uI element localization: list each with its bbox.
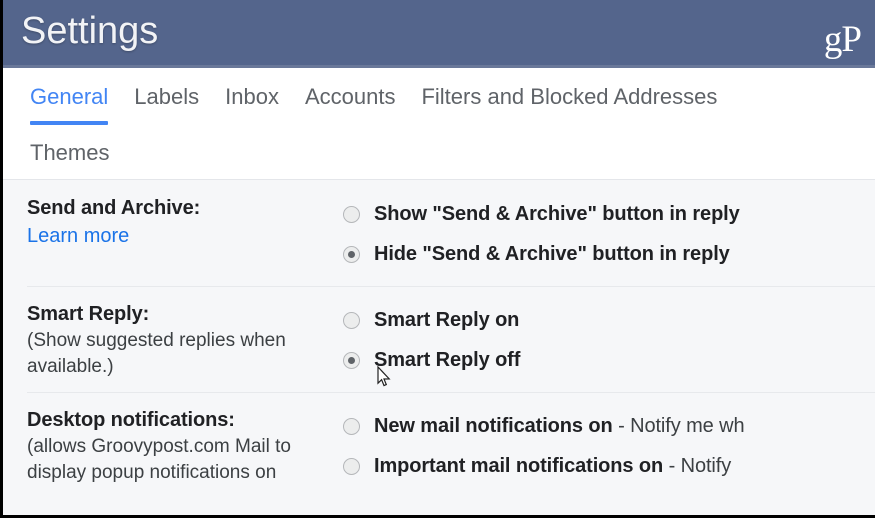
groovypost-logo: gP: [823, 19, 862, 60]
setting-row-send-and-archive: Send and Archive: Learn more Show "Send …: [3, 180, 875, 286]
radio-button-selected-icon[interactable]: [343, 351, 360, 369]
tab-themes[interactable]: Themes: [17, 124, 122, 168]
radio-option-label-bold: Important mail notifications on: [374, 455, 664, 477]
setting-label-group: Send and Archive: Learn more: [3, 194, 343, 250]
setting-label-group: Desktop notifications: (allows Groovypos…: [3, 406, 343, 486]
setting-title: Smart Reply:: [27, 303, 150, 325]
radio-button-icon[interactable]: [343, 205, 360, 223]
tab-general[interactable]: General: [17, 68, 121, 125]
radio-option-label: Show "Send & Archive" button in reply: [374, 203, 740, 225]
setting-title: Send and Archive:: [27, 197, 201, 219]
radio-option-hide-send-archive[interactable]: Hide "Send & Archive" button in reply: [343, 234, 875, 274]
radio-button-icon[interactable]: [343, 311, 360, 329]
setting-options-group: Show "Send & Archive" button in reply Hi…: [343, 194, 875, 274]
radio-option-show-send-archive[interactable]: Show "Send & Archive" button in reply: [343, 194, 875, 234]
radio-option-label: Smart Reply on: [374, 309, 520, 331]
radio-option-label: Hide "Send & Archive" button in reply: [374, 243, 730, 265]
settings-content: Send and Archive: Learn more Show "Send …: [3, 180, 875, 515]
radio-option-important-mail-notifications-on[interactable]: Important mail notifications on - Notify: [343, 446, 875, 486]
settings-window: Settings gP General Labels Inbox Account…: [0, 0, 875, 518]
radio-button-icon[interactable]: [343, 417, 360, 435]
setting-title: Desktop notifications:: [27, 409, 235, 431]
setting-label-group: Smart Reply: (Show suggested replies whe…: [3, 300, 343, 380]
tabs-row-secondary: Themes: [3, 124, 875, 180]
page-title: Settings: [21, 10, 159, 52]
radio-button-selected-icon[interactable]: [343, 245, 360, 263]
radio-option-label: Important mail notifications on - Notify: [374, 453, 731, 479]
radio-option-label: New mail notifications on - Notify me wh: [374, 413, 745, 439]
setting-options-group: New mail notifications on - Notify me wh…: [343, 406, 875, 486]
window-header: Settings gP: [3, 0, 875, 68]
radio-option-label-bold: New mail notifications on: [374, 415, 613, 437]
radio-option-label: Smart Reply off: [374, 349, 521, 371]
setting-description: (allows Groovypost.com Mail to display p…: [27, 436, 291, 483]
tab-accounts[interactable]: Accounts: [292, 68, 409, 112]
radio-option-new-mail-notifications-on[interactable]: New mail notifications on - Notify me wh: [343, 406, 875, 446]
radio-option-smart-reply-on[interactable]: Smart Reply on: [343, 300, 875, 340]
learn-more-link[interactable]: Learn more: [27, 222, 343, 250]
radio-option-label-detail: - Notify me wh: [612, 415, 745, 437]
radio-option-smart-reply-off[interactable]: Smart Reply off: [343, 340, 875, 380]
tabs-row-primary: General Labels Inbox Accounts Filters an…: [3, 68, 875, 125]
radio-option-label-detail: - Notify: [663, 455, 732, 477]
radio-button-icon[interactable]: [343, 457, 360, 475]
setting-options-group: Smart Reply on Smart Reply off: [343, 300, 875, 380]
tab-labels[interactable]: Labels: [121, 68, 212, 112]
tab-inbox[interactable]: Inbox: [212, 68, 292, 112]
setting-row-smart-reply: Smart Reply: (Show suggested replies whe…: [3, 286, 875, 392]
setting-row-desktop-notifications: Desktop notifications: (allows Groovypos…: [3, 392, 875, 498]
settings-tabs: General Labels Inbox Accounts Filters an…: [3, 68, 875, 180]
setting-description: (Show suggested replies when available.): [27, 330, 286, 377]
tab-filters-and-blocked-addresses[interactable]: Filters and Blocked Addresses: [408, 68, 730, 112]
